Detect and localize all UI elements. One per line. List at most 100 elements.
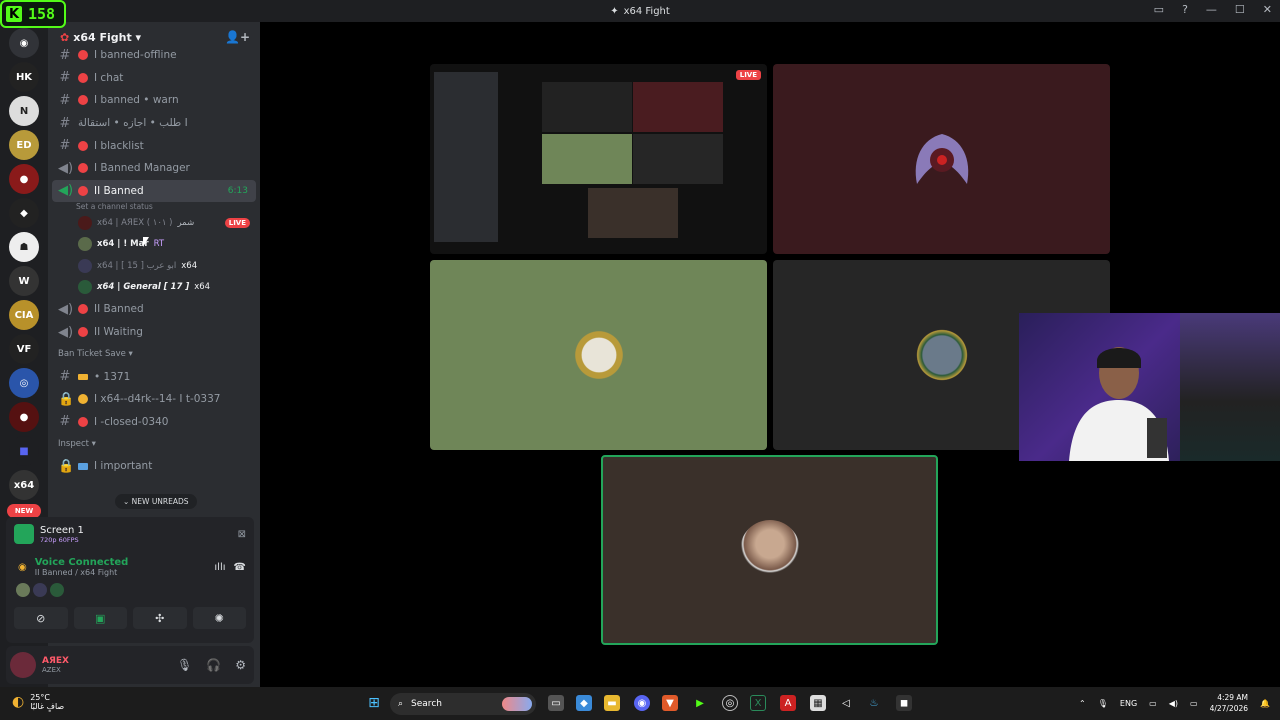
game-app-icon[interactable]: ◼ [896, 695, 912, 711]
brave-browser-icon[interactable]: ▼ [662, 695, 678, 711]
avatar[interactable] [10, 652, 36, 678]
language-indicator[interactable]: ENG [1120, 699, 1137, 708]
clock[interactable]: 4:29 AM 4/27/2026 [1210, 692, 1248, 714]
taskbar-search[interactable]: ⌕ Search [390, 693, 536, 715]
weather-widget[interactable]: ◐ 25°C صافٍ غالبًا [12, 693, 64, 711]
channel-item[interactable]: 🔒 I important [48, 455, 260, 478]
kick-app-icon[interactable]: ▶ [692, 695, 708, 711]
category-ban-ticket[interactable]: Ban Ticket Save ▾ [48, 343, 260, 365]
add-member-icon[interactable]: 👤+ [225, 30, 250, 44]
hash-icon: # [59, 369, 71, 385]
search-highlight-icon [502, 697, 532, 711]
voice-channel-item[interactable]: ◀) II Waiting [48, 321, 260, 344]
task-view-icon[interactable]: ▭ [548, 695, 564, 711]
channel-item[interactable]: 🔒 I x64--d4rk--14- I t-0337 [48, 388, 260, 411]
screen-share-tile[interactable]: LIVE [430, 64, 767, 254]
adobe-icon[interactable]: A [780, 695, 796, 711]
channel-item[interactable]: # I blacklist [48, 134, 260, 157]
red-dot-icon [78, 72, 88, 83]
headset-icon[interactable]: 🎧 [206, 658, 221, 672]
capcut-icon[interactable]: ◁ [838, 695, 854, 711]
soundboard-button[interactable]: ✺ [192, 607, 246, 629]
settings-gear-icon[interactable]: ⚙ [235, 658, 246, 672]
folder-icon[interactable]: ■ [9, 436, 39, 466]
microphone-tray-icon[interactable]: 🎙 [1098, 699, 1108, 708]
server-white-icon[interactable]: ☗ [9, 232, 39, 262]
participant-tile[interactable] [773, 64, 1110, 254]
notification-bell-icon[interactable]: 🔔 [1260, 699, 1270, 708]
speaking-participant-tile[interactable] [601, 455, 938, 645]
disconnect-icon[interactable]: ☎ [234, 562, 246, 573]
voice-channel-item[interactable]: ◀) I Banned Manager [48, 157, 260, 180]
noise-suppression-icon[interactable]: ıllı [214, 562, 225, 573]
tray-overflow-icon[interactable]: ⌃ [1079, 699, 1086, 708]
server-wolf-icon[interactable]: W [9, 266, 39, 296]
battery-icon[interactable]: ▭ [1190, 699, 1198, 708]
speaker-icon: ◀) [58, 183, 74, 199]
discord-home-icon[interactable]: ◉ [9, 28, 39, 58]
user-sub-name: AZEX [42, 666, 61, 674]
hash-icon: # [59, 138, 71, 154]
microphone-icon[interactable]: 🎙 [177, 658, 192, 672]
category-inspect[interactable]: Inspect ▾ [48, 433, 260, 455]
channel-item[interactable]: # I chat [48, 67, 260, 90]
close-icon[interactable]: ✕ [1263, 3, 1272, 16]
server-x64-icon[interactable]: x64 [9, 470, 39, 500]
maximize-icon[interactable]: ☐ [1235, 3, 1245, 16]
voice-user[interactable]: x64 | General [ 17 ] x64 [48, 277, 260, 299]
voice-user[interactable]: x64 | AЯEX ( ۱۰۱ ) شمر LIVE [48, 212, 260, 234]
copilot-icon[interactable]: ◆ [576, 695, 592, 711]
server-noir-icon[interactable]: N [9, 96, 39, 126]
channel-label: II Waiting [94, 326, 143, 339]
minimize-icon[interactable]: — [1206, 3, 1217, 16]
network-icon[interactable]: ▭ [1149, 699, 1157, 708]
server-darkred-icon[interactable]: ● [9, 402, 39, 432]
channel-item[interactable]: # I -closed-0340 [48, 411, 260, 434]
new-unreads-button[interactable]: ⌄ NEW UNREADS [115, 494, 197, 509]
store-icon[interactable]: ▦ [810, 695, 826, 711]
inbox-icon[interactable]: ▭ [1154, 3, 1164, 16]
channel-item[interactable]: # طلب • اجازه • استقالة I [48, 112, 260, 135]
avatar [16, 583, 30, 597]
screen-share-button[interactable]: ▣ [73, 607, 127, 629]
participant-tile[interactable] [430, 260, 767, 450]
channel-item[interactable]: # I banned-offline [48, 44, 260, 67]
avatar [78, 215, 92, 230]
red-dot-icon [78, 327, 88, 338]
weather-desc: صافٍ غالبًا [30, 702, 65, 711]
start-windows-icon[interactable]: ⊞ [366, 695, 382, 711]
channel-item[interactable]: # • 1371 [48, 365, 260, 388]
stop-stream-icon[interactable]: ⊠ [238, 529, 246, 540]
server-ed-icon[interactable]: ED [9, 130, 39, 160]
file-explorer-icon[interactable]: ▬ [604, 695, 620, 711]
time-label: 4:29 AM [1217, 693, 1249, 702]
excel-icon[interactable]: X [750, 695, 766, 711]
voice-channel-item[interactable]: ◀) II Banned [48, 298, 260, 321]
new-unreads-label: NEW UNREADS [131, 497, 189, 506]
server-dark-icon[interactable]: ◆ [9, 198, 39, 228]
camera-off-button[interactable]: ⊘ [14, 607, 68, 629]
active-voice-channel[interactable]: ◀) II Banned 6:13 [52, 179, 256, 203]
channel-item[interactable]: # I banned • warn [48, 89, 260, 112]
user-name: x64 | General [ 17 ] [97, 282, 190, 293]
help-icon[interactable]: ? [1182, 3, 1188, 16]
avatar [78, 280, 92, 295]
server-hk-icon[interactable]: HK [9, 62, 39, 92]
voice-connected-title[interactable]: Voice Connected [35, 557, 129, 568]
channel-label: I x64--d4rk--14- I t-0337 [94, 393, 221, 406]
hash-icon: # [59, 47, 71, 63]
voice-avatars [6, 577, 254, 603]
server-blue-icon[interactable]: ◎ [9, 368, 39, 398]
steam-icon[interactable]: ♨ [866, 695, 882, 711]
server-red-icon[interactable]: ● [9, 164, 39, 194]
discord-taskbar-icon[interactable]: ◉ [634, 695, 650, 711]
chrome-icon[interactable]: ◎ [722, 695, 738, 711]
voice-user[interactable]: x64 | ! Mar RT [48, 234, 260, 256]
server-cia-icon[interactable]: CIA [9, 300, 39, 330]
voice-user[interactable]: x64 | [ 15 ] ابو عرب x64 [48, 255, 260, 277]
volume-icon[interactable]: ◀) [1169, 699, 1178, 708]
voice-connected-sub[interactable]: II Banned / x64 Fight [35, 568, 129, 577]
activities-button[interactable]: ✣ [133, 607, 187, 629]
channel-status[interactable]: Set a channel status [48, 202, 260, 212]
server-vf-icon[interactable]: VF [9, 334, 39, 364]
